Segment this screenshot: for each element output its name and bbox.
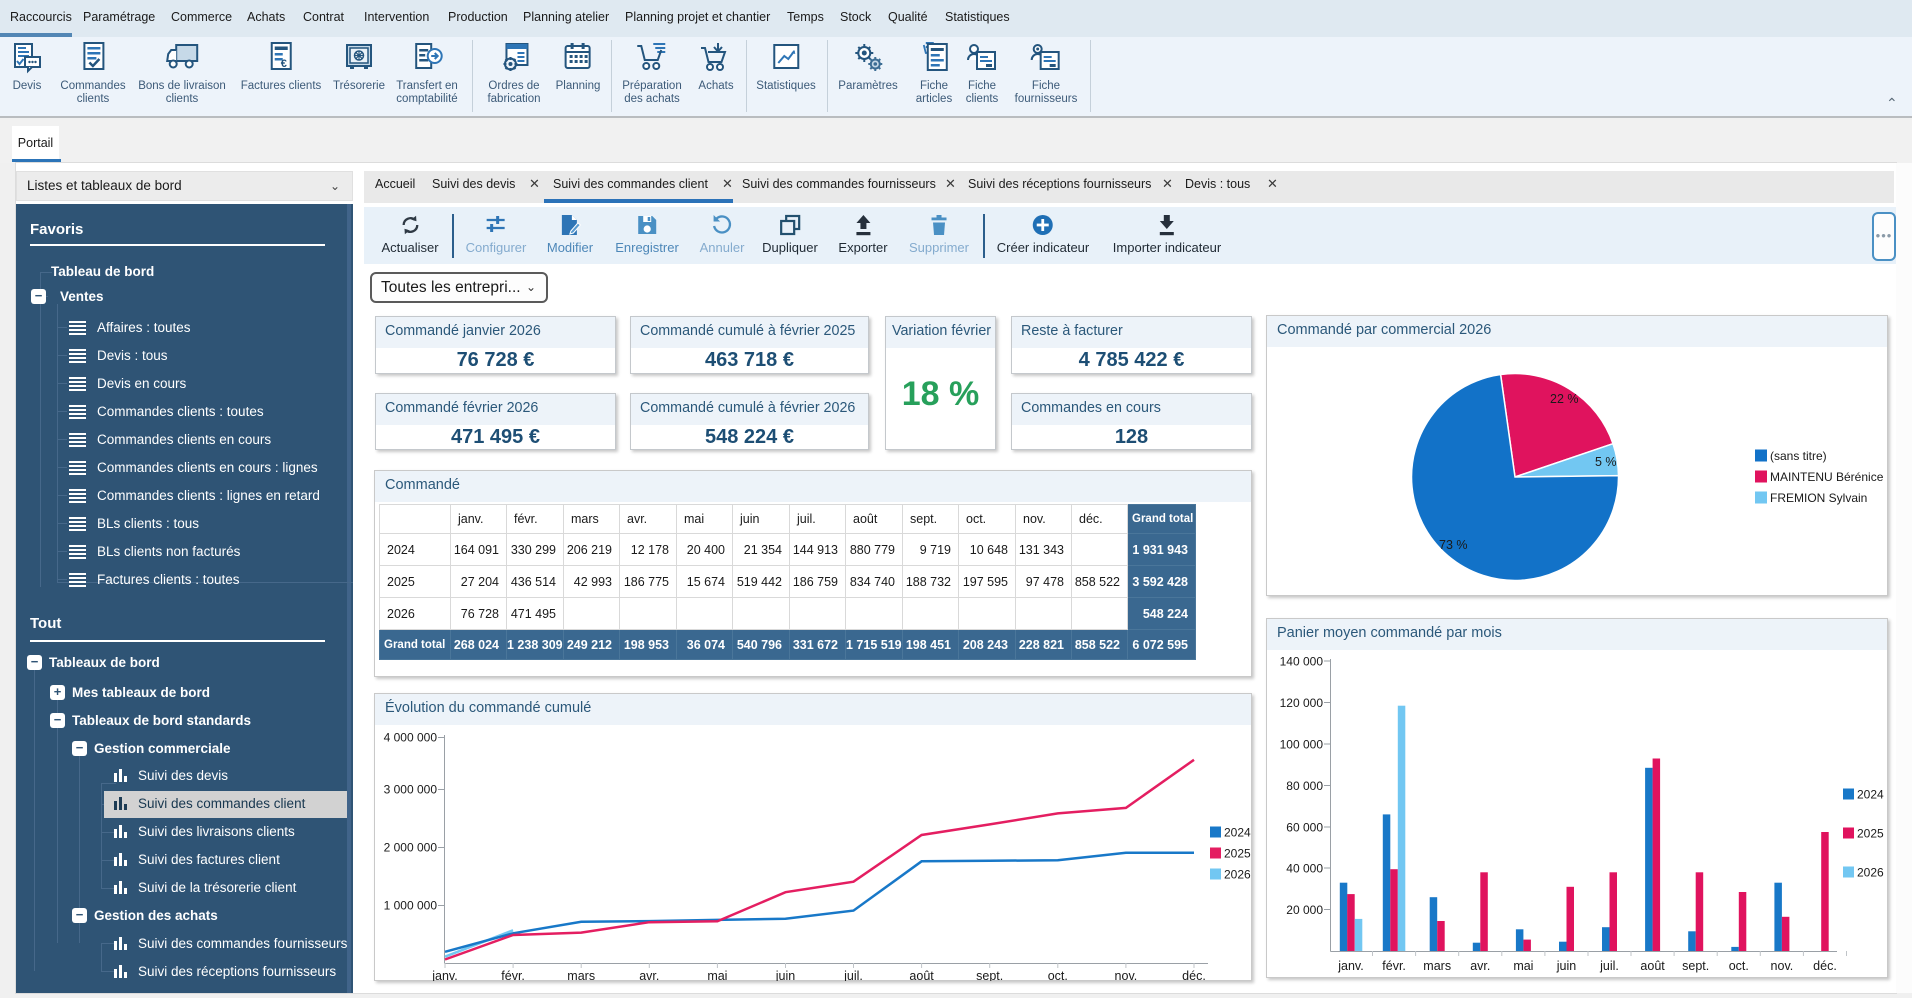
svg-text:sept.: sept.: [1682, 959, 1709, 973]
svg-text:2024: 2024: [1857, 788, 1884, 802]
svg-text:22 %: 22 %: [1550, 392, 1579, 406]
svg-text:mars: mars: [1423, 959, 1451, 973]
svg-text:FREMION Sylvain: FREMION Sylvain: [1770, 491, 1867, 505]
svg-text:juil.: juil.: [1599, 959, 1619, 973]
svg-text:août: août: [1640, 959, 1665, 973]
svg-text:juil.: juil.: [843, 969, 863, 981]
svg-text:déc.: déc.: [1182, 969, 1206, 981]
svg-text:100 000: 100 000: [1280, 738, 1324, 752]
svg-text:nov.: nov.: [1115, 969, 1138, 981]
svg-text:avr.: avr.: [639, 969, 659, 981]
svg-text:€: €: [281, 58, 287, 70]
svg-text:févr.: févr.: [501, 969, 525, 981]
svg-text:120 000: 120 000: [1280, 696, 1324, 710]
svg-text:mars: mars: [567, 969, 595, 981]
svg-text:140 000: 140 000: [1280, 655, 1324, 669]
svg-text:janv.: janv.: [1337, 959, 1363, 973]
svg-text:2026: 2026: [1857, 866, 1884, 880]
svg-text:73 %: 73 %: [1439, 538, 1468, 552]
svg-text:janv.: janv.: [431, 969, 457, 981]
svg-text:déc.: déc.: [1813, 959, 1837, 973]
svg-text:mai: mai: [707, 969, 727, 981]
svg-text:oct.: oct.: [1048, 969, 1068, 981]
svg-text:1 000 000: 1 000 000: [384, 899, 438, 913]
svg-text:MAINTENU Bérénice: MAINTENU Bérénice: [1770, 470, 1884, 484]
svg-text:août: août: [909, 969, 934, 981]
svg-text:avr.: avr.: [1470, 959, 1490, 973]
svg-text:40 000: 40 000: [1286, 862, 1323, 876]
svg-text:2025: 2025: [1857, 827, 1884, 841]
svg-text:2026: 2026: [1224, 868, 1251, 882]
svg-text:3 000 000: 3 000 000: [384, 783, 438, 797]
svg-text:mai: mai: [1513, 959, 1533, 973]
svg-text:juin: juin: [775, 969, 796, 981]
svg-text:2025: 2025: [1224, 847, 1251, 861]
svg-text:juin: juin: [1556, 959, 1577, 973]
svg-text:sept.: sept.: [976, 969, 1003, 981]
svg-text:nov.: nov.: [1771, 959, 1794, 973]
svg-text:20 000: 20 000: [1286, 903, 1323, 917]
svg-text:oct.: oct.: [1729, 959, 1749, 973]
svg-text:févr.: févr.: [1382, 959, 1406, 973]
svg-text:4 000 000: 4 000 000: [384, 731, 438, 745]
svg-text:(sans titre): (sans titre): [1770, 449, 1827, 463]
svg-text:5 %: 5 %: [1595, 455, 1617, 469]
svg-text:2 000 000: 2 000 000: [384, 841, 438, 855]
svg-text:60 000: 60 000: [1286, 820, 1323, 834]
svg-text:80 000: 80 000: [1286, 779, 1323, 793]
svg-text:2024: 2024: [1224, 826, 1251, 840]
